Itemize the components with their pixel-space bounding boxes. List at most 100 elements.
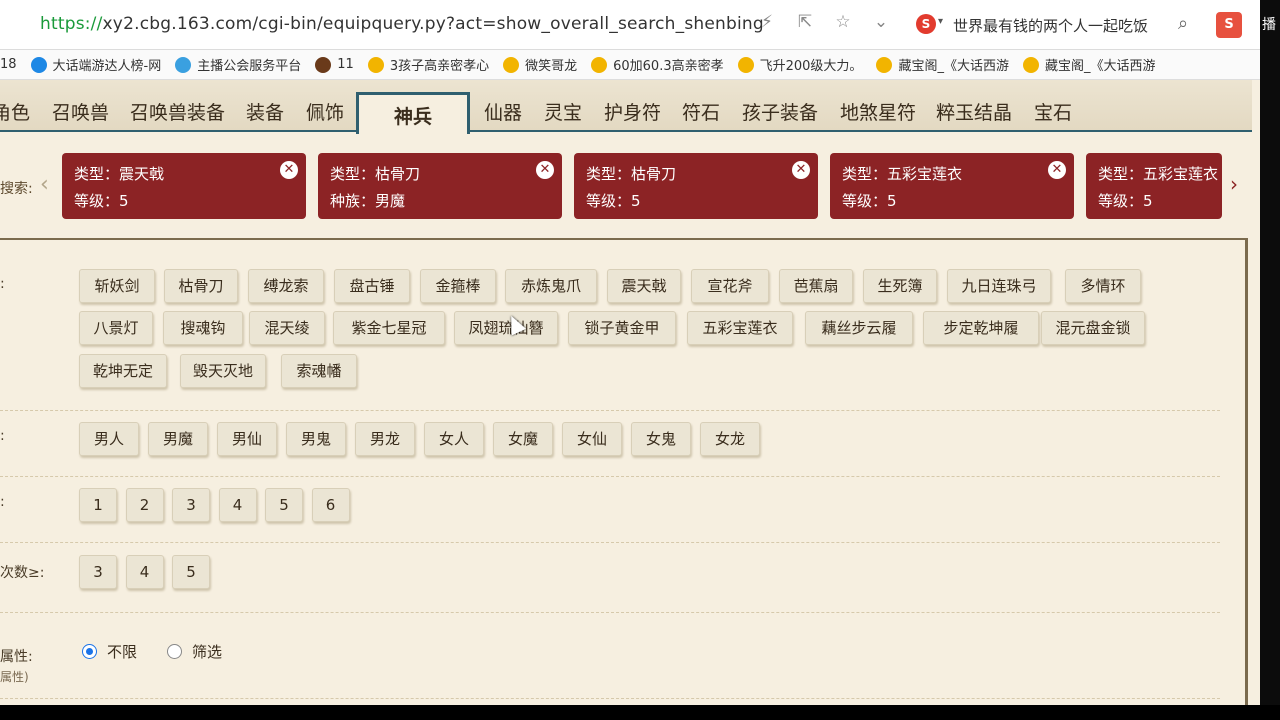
tab-11[interactable]: 地煞星符 [840, 98, 916, 125]
race-option[interactable]: 女人 [424, 422, 484, 456]
weapon-type-option[interactable]: 盘古锤 [334, 269, 410, 303]
tab-2[interactable]: 召唤兽装备 [130, 98, 225, 125]
search-history-chip[interactable]: 类型：五彩宝莲衣 等级：5 ✕ [830, 153, 1074, 219]
close-icon[interactable]: ✕ [792, 161, 810, 179]
race-option[interactable]: 女鬼 [631, 422, 691, 456]
weapon-type-option[interactable]: 锁子黄金甲 [568, 311, 676, 345]
chip-line-1: 类型：五彩宝莲衣 [842, 165, 963, 183]
weapon-type-option[interactable]: 紫金七星冠 [333, 311, 445, 345]
bookmark-item[interactable]: 18 [0, 57, 17, 72]
bookmark-item[interactable]: 11 [315, 56, 354, 73]
level-option[interactable]: 6 [311, 488, 350, 522]
tab-10[interactable]: 孩子装备 [742, 98, 818, 125]
tab-13[interactable]: 宝石 [1034, 98, 1072, 125]
level-option[interactable]: 2 [125, 488, 164, 522]
weapon-type-option[interactable]: 宣花斧 [691, 269, 769, 303]
weapon-type-option[interactable]: 索魂幡 [281, 354, 357, 388]
weapon-type-option[interactable]: 五彩宝莲衣 [687, 311, 793, 345]
bookmark-item[interactable]: 飞升200级大力。 [737, 55, 863, 74]
radio-icon[interactable] [167, 644, 182, 659]
search-history-chip[interactable]: 类型：五彩宝莲衣 等级：5 [1086, 153, 1222, 219]
search-engine-icon[interactable]: S [916, 14, 936, 34]
close-icon[interactable]: ✕ [536, 161, 554, 179]
share-icon[interactable]: ⇱ [793, 12, 817, 32]
weapon-type-option[interactable]: 九日连珠弓 [947, 269, 1051, 303]
tab-3[interactable]: 装备 [246, 98, 284, 125]
weapon-type-option[interactable]: 藕丝步云履 [805, 311, 913, 345]
attr-radio-option[interactable]: 不限 [82, 641, 137, 662]
search-history-chip[interactable]: 类型：枯骨刀 等级：5 ✕ [574, 153, 818, 219]
bookmark-item[interactable]: 藏宝阁_《大话西游 [876, 55, 1009, 74]
level-option[interactable]: 4 [218, 488, 257, 522]
weapon-type-option[interactable]: 生死簿 [863, 269, 937, 303]
tab-4[interactable]: 佩饰 [306, 98, 344, 125]
race-option[interactable]: 男人 [79, 422, 139, 456]
bookmark-item[interactable]: 60加60.3高亲密孝 [591, 55, 724, 74]
url-scheme: https:// [40, 14, 103, 34]
race-option[interactable]: 男仙 [217, 422, 277, 456]
radio-icon[interactable] [82, 644, 97, 659]
url-field[interactable]: https://xy2.cbg.163.com/cgi-bin/equipque… [40, 14, 764, 34]
tab-0[interactable]: 角色 [0, 98, 30, 125]
bookmark-item[interactable]: 3孩子高亲密孝心 [367, 55, 489, 74]
chevron-down-icon[interactable]: ⌄ [869, 12, 893, 32]
weapon-type-option[interactable]: 斩妖剑 [79, 269, 155, 303]
weapon-type-option[interactable]: 混元盘金锁 [1041, 311, 1145, 345]
tab-1[interactable]: 召唤兽 [52, 98, 109, 125]
tab-5[interactable]: 神兵 [356, 92, 470, 134]
race-option[interactable]: 男龙 [355, 422, 415, 456]
weapon-type-option[interactable]: 搜魂钩 [163, 311, 243, 345]
race-option[interactable]: 女魔 [493, 422, 553, 456]
weapon-type-option[interactable]: 乾坤无定 [79, 354, 167, 388]
bookmark-item[interactable]: 微笑哥龙 [503, 55, 577, 74]
race-option[interactable]: 女龙 [700, 422, 760, 456]
level-option[interactable]: 5 [265, 488, 303, 522]
count-option[interactable]: 4 [125, 555, 164, 589]
weapon-type-option[interactable]: 毁天灭地 [180, 354, 266, 388]
extension-icon[interactable]: S [1216, 12, 1242, 38]
bookmark-label: 飞升200级大力。 [759, 59, 863, 74]
bookmark-label: 11 [337, 57, 354, 72]
weapon-type-option[interactable]: 缚龙索 [248, 269, 324, 303]
bookmark-label: 主播公会服务平台 [197, 59, 302, 74]
bookmark-item[interactable]: 藏宝阁_《大话西游 [1022, 55, 1155, 74]
star-icon[interactable]: ☆ [831, 12, 855, 32]
close-icon[interactable]: ✕ [1048, 161, 1066, 179]
level-option[interactable]: 3 [172, 488, 210, 522]
star-icon [503, 56, 520, 73]
weapon-type-option[interactable]: 震天戟 [607, 269, 681, 303]
tab-9[interactable]: 符石 [682, 98, 720, 125]
weapon-type-option[interactable]: 枯骨刀 [164, 269, 238, 303]
race-option[interactable]: 女仙 [562, 422, 622, 456]
attr-radio-option[interactable]: 筛选 [167, 641, 222, 662]
search-history-chip[interactable]: 类型：枯骨刀 种族：男魔 ✕ [318, 153, 562, 219]
tab-7[interactable]: 灵宝 [544, 98, 582, 125]
race-option[interactable]: 男鬼 [286, 422, 346, 456]
tab-12[interactable]: 粹玉结晶 [936, 98, 1012, 125]
hot-search-query[interactable]: 世界最有钱的两个人一起吃饭 [953, 15, 1148, 36]
weapon-type-option[interactable]: 金箍棒 [420, 269, 496, 303]
weapon-type-option[interactable]: 混天绫 [249, 311, 325, 345]
search-icon[interactable]: ⌕ [1178, 13, 1188, 34]
count-option[interactable]: 5 [172, 555, 210, 589]
weapon-type-option[interactable]: 赤炼鬼爪 [505, 269, 597, 303]
bookmark-item[interactable]: 主播公会服务平台 [175, 55, 301, 74]
chevron-left-icon[interactable]: ‹ [40, 172, 49, 197]
weapon-type-option[interactable]: 多情环 [1065, 269, 1141, 303]
close-icon[interactable]: ✕ [280, 161, 298, 179]
race-option[interactable]: 男魔 [148, 422, 208, 456]
weapon-type-option[interactable]: 八景灯 [79, 311, 153, 345]
bookmark-item[interactable]: 大话端游达人榜-网 [30, 55, 161, 74]
search-history-chip[interactable]: 类型：震天戟 等级：5 ✕ [62, 153, 306, 219]
count-option[interactable]: 3 [79, 555, 117, 589]
level-option[interactable]: 1 [79, 488, 117, 522]
chevron-right-icon[interactable]: › [1230, 172, 1238, 196]
lightning-icon[interactable]: ⚡ [755, 12, 779, 32]
weapon-type-option[interactable]: 凤翅琉仙簪 [454, 311, 558, 345]
tab-6[interactable]: 仙器 [484, 98, 522, 125]
caret-down-icon[interactable]: ▾ [938, 16, 943, 27]
divider [0, 698, 1220, 699]
tab-8[interactable]: 护身符 [604, 98, 661, 125]
weapon-type-option[interactable]: 芭蕉扇 [779, 269, 853, 303]
weapon-type-option[interactable]: 步定乾坤履 [923, 311, 1039, 345]
